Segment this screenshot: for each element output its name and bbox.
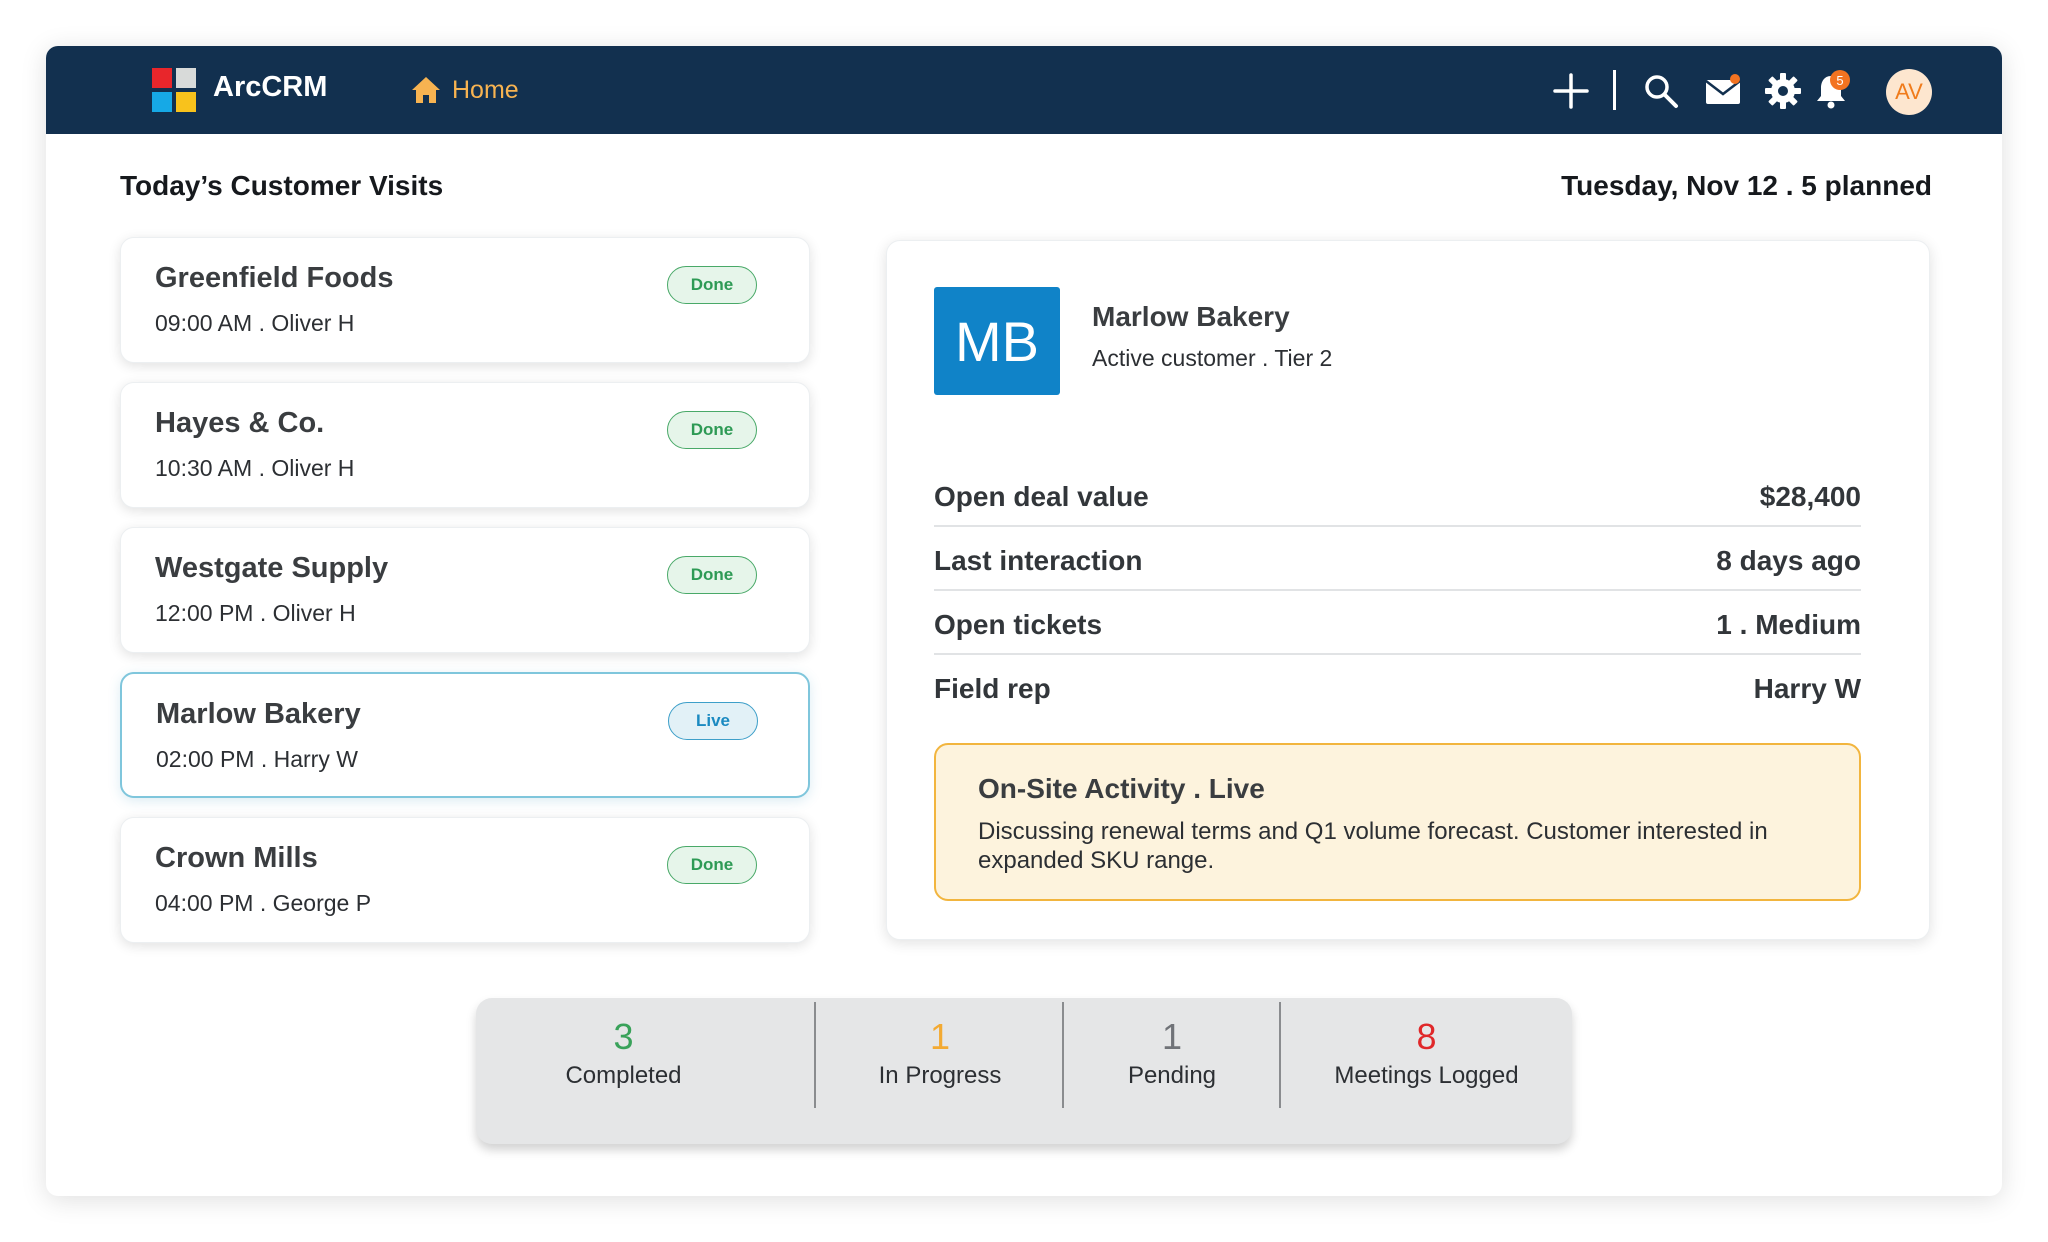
summary-value: 1 bbox=[929, 1016, 951, 1057]
stat-row-last-interaction: Last interaction 8 days ago bbox=[934, 527, 1861, 591]
visit-summary-bar: 3 Completed 1 In Progress 1 Pending 8 Me… bbox=[476, 998, 1572, 1144]
status-badge: Done bbox=[667, 846, 757, 884]
summary-in-progress: 1 In Progress bbox=[816, 998, 1064, 1144]
visit-customer-name: Greenfield Foods bbox=[155, 262, 394, 294]
user-avatar[interactable]: AV bbox=[1886, 69, 1932, 115]
stat-label: Open deal value bbox=[934, 481, 1149, 512]
stat-value: Harry W bbox=[1753, 673, 1861, 704]
status-badge: Done bbox=[667, 411, 757, 449]
visit-card-westgate-supply[interactable]: Westgate Supply 12:00 PM . Oliver H Done bbox=[120, 527, 810, 653]
summary-pending: 1 Pending bbox=[1064, 998, 1280, 1144]
visit-time-rep: 09:00 AM . Oliver H bbox=[155, 310, 355, 336]
summary-value: 3 bbox=[613, 1016, 634, 1057]
toolbar-divider bbox=[1613, 70, 1616, 110]
customer-name: Marlow Bakery bbox=[1092, 301, 1290, 332]
home-label: Home bbox=[452, 75, 519, 104]
status-badge: Done bbox=[667, 556, 757, 594]
on-site-activity-card: On-Site Activity . Live Discussing renew… bbox=[934, 743, 1861, 901]
stat-label: Open tickets bbox=[934, 609, 1103, 640]
visit-card-crown-mills[interactable]: Crown Mills 04:00 PM . George P Done bbox=[120, 817, 810, 943]
summary-completed: 3 Completed bbox=[476, 998, 771, 1144]
summary-label: Meetings Logged bbox=[1334, 1062, 1519, 1089]
date-summary: Tuesday, Nov 12 . 5 planned bbox=[1561, 170, 1932, 201]
summary-meetings-logged: 8 Meetings Logged bbox=[1281, 998, 1572, 1144]
activity-title: On-Site Activity . Live bbox=[978, 773, 1265, 804]
summary-label: Completed bbox=[565, 1062, 682, 1089]
home-nav-link[interactable]: Home bbox=[410, 72, 519, 108]
brand-logo-icon[interactable] bbox=[152, 68, 198, 114]
visit-time-rep: 02:00 PM . Harry W bbox=[156, 746, 358, 772]
visit-card-greenfield-foods[interactable]: Greenfield Foods 09:00 AM . Oliver H Don… bbox=[120, 237, 810, 363]
customer-detail-panel: MB Marlow Bakery Active customer . Tier … bbox=[886, 240, 1930, 940]
visit-customer-name: Westgate Supply bbox=[155, 552, 389, 584]
activity-description: Discussing renewal terms and Q1 volume f… bbox=[978, 818, 1768, 874]
home-icon bbox=[412, 77, 440, 103]
stat-value: 8 days ago bbox=[1716, 545, 1861, 576]
summary-label: In Progress bbox=[878, 1062, 1002, 1089]
summary-value: 8 bbox=[1416, 1016, 1437, 1057]
status-badge: Live bbox=[668, 702, 758, 740]
search-icon[interactable] bbox=[1640, 70, 1682, 112]
summary-label: Pending bbox=[1127, 1062, 1217, 1089]
stat-value: 1 . Medium bbox=[1716, 609, 1861, 640]
mail-unread-dot bbox=[1730, 74, 1740, 84]
top-navigation-bar: ArcCRM Home 5 AV bbox=[46, 46, 2002, 134]
stat-row-open-deal-value: Open deal value $28,400 bbox=[934, 463, 1861, 527]
summary-value: 1 bbox=[1161, 1016, 1183, 1057]
visit-time-rep: 04:00 PM . George P bbox=[155, 890, 372, 916]
visit-customer-name: Crown Mills bbox=[155, 842, 318, 874]
plus-icon[interactable] bbox=[1550, 70, 1592, 112]
stat-label: Last interaction bbox=[934, 545, 1143, 576]
page-title: Today’s Customer Visits bbox=[120, 170, 444, 201]
visit-customer-name: Hayes & Co. bbox=[155, 407, 325, 439]
brand-name[interactable]: ArcCRM bbox=[213, 71, 327, 104]
stat-label: Field rep bbox=[934, 673, 1051, 704]
stat-row-field-rep: Field rep Harry W bbox=[934, 655, 1861, 719]
visit-card-marlow-bakery[interactable]: Marlow Bakery 02:00 PM . Harry W Live bbox=[120, 672, 810, 798]
visit-time-rep: 10:30 AM . Oliver H bbox=[155, 455, 355, 481]
gear-icon[interactable] bbox=[1762, 70, 1804, 112]
visit-customer-name: Marlow Bakery bbox=[156, 698, 361, 730]
customer-monogram: MB bbox=[934, 287, 1060, 395]
stat-value: $28,400 bbox=[1759, 481, 1861, 512]
status-badge: Done bbox=[667, 266, 757, 304]
stat-row-open-tickets: Open tickets 1 . Medium bbox=[934, 591, 1861, 655]
visit-card-hayes-co[interactable]: Hayes & Co. 10:30 AM . Oliver H Done bbox=[120, 382, 810, 508]
customer-subtitle: Active customer . Tier 2 bbox=[1092, 345, 1333, 371]
visit-time-rep: 12:00 PM . Oliver H bbox=[155, 600, 356, 626]
notification-count-badge: 5 bbox=[1830, 70, 1850, 90]
app-window: ArcCRM Home 5 AV Today’s Customer Visits… bbox=[46, 46, 2002, 1196]
